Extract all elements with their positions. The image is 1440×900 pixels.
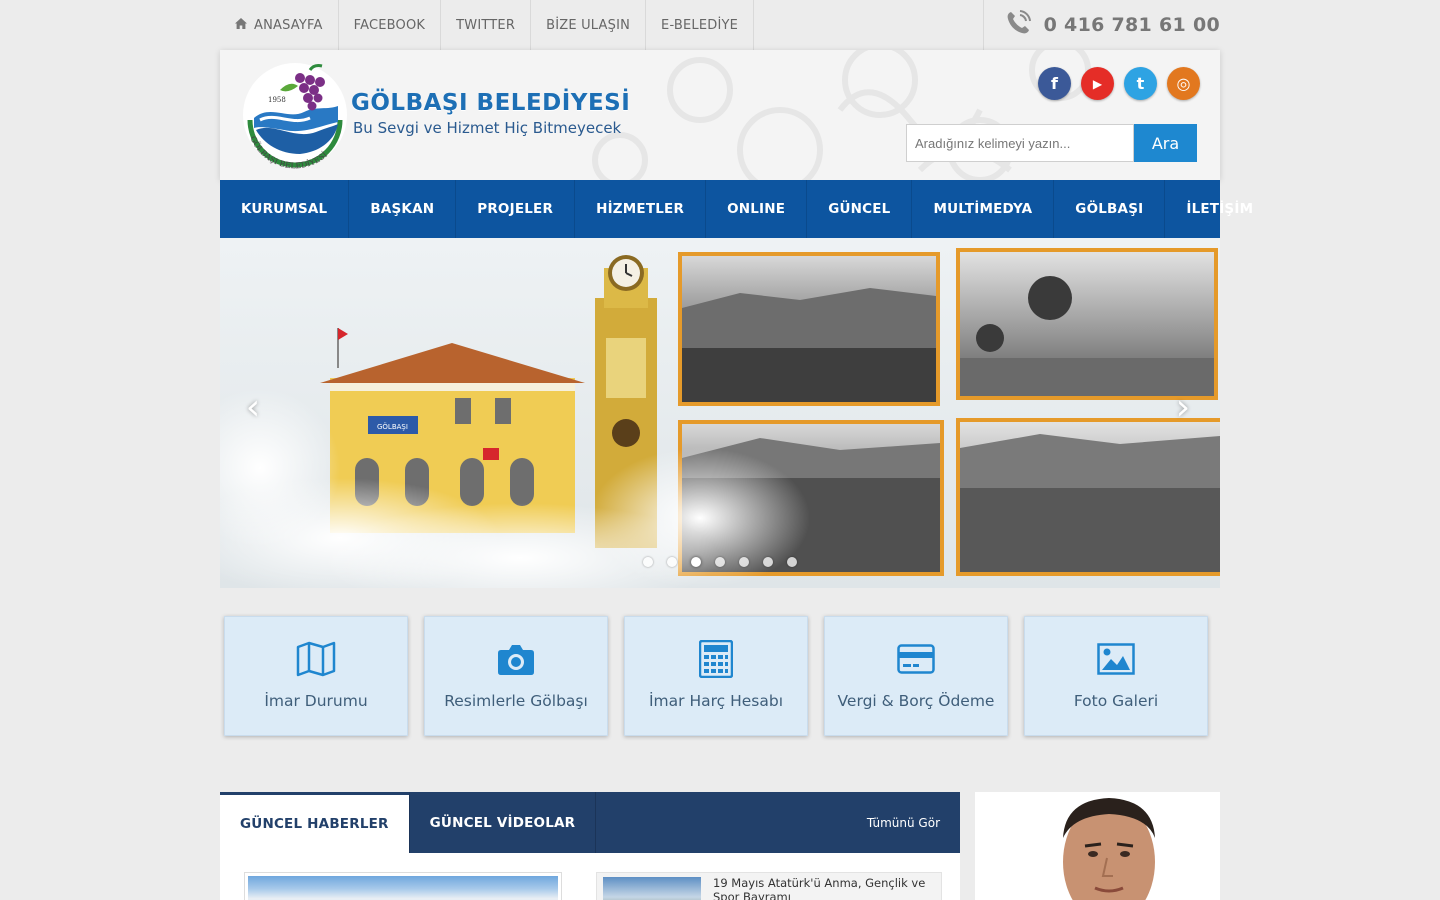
top-link-label: ANASAYFA bbox=[254, 17, 323, 33]
brand-block: GÖLBAŞI BELEDİYESİ Bu Sevgi ve Hizmet Hi… bbox=[351, 90, 630, 137]
slider-prev-arrow[interactable]: ‹ bbox=[238, 388, 268, 428]
news-section: GÜNCEL HABERLER GÜNCEL VİDEOLAR Tümünü G… bbox=[220, 792, 960, 900]
search-form: Ara bbox=[906, 124, 1197, 162]
site-header: 1958 GÖLBAŞI BELEDİYESİ GÖLBAŞI BELEDİYE… bbox=[220, 50, 1220, 180]
credit-card-icon bbox=[896, 639, 936, 679]
news-list-item[interactable]: 19 Mayıs Atatürk'ü Anma, Gençlik ve Spor… bbox=[596, 872, 942, 900]
nav-item-online[interactable]: ONLINE bbox=[706, 180, 808, 238]
quick-link-imar-harc-hesabi[interactable]: İmar Harç Hesabı bbox=[624, 616, 808, 736]
slider-dot[interactable] bbox=[787, 557, 797, 567]
news-tabs: GÜNCEL HABERLER GÜNCEL VİDEOLAR Tümünü G… bbox=[220, 792, 960, 853]
municipality-logo[interactable]: 1958 GÖLBAŞI BELEDİYESİ bbox=[240, 60, 350, 170]
phone-icon bbox=[1002, 7, 1034, 43]
brand-name[interactable]: GÖLBAŞI BELEDİYESİ bbox=[351, 90, 630, 116]
top-link-e-belediye[interactable]: E-BELEDİYE bbox=[646, 0, 755, 50]
news-thumbnail bbox=[603, 877, 701, 900]
top-bar: ANASAYFA FACEBOOK TWITTER BİZE ULAŞIN E-… bbox=[220, 0, 1220, 50]
phone-block: 0 416 781 61 00 bbox=[982, 0, 1220, 50]
featured-news-image[interactable] bbox=[244, 872, 562, 900]
tab-guncel-haberler[interactable]: GÜNCEL HABERLER bbox=[220, 792, 410, 853]
mayor-portrait[interactable] bbox=[975, 792, 1220, 900]
nav-item-multimedya[interactable]: MULTİMEDYA bbox=[912, 180, 1055, 238]
instagram-icon[interactable]: ◎ bbox=[1167, 67, 1200, 100]
quick-link-foto-galeri[interactable]: Foto Galeri bbox=[1024, 616, 1208, 736]
search-button[interactable]: Ara bbox=[1134, 124, 1197, 162]
brand-slogan: Bu Sevgi ve Hizmet Hiç Bitmeyecek bbox=[353, 119, 622, 137]
slider-dot[interactable] bbox=[643, 557, 653, 567]
hero-slider[interactable]: GÖLBAŞI ‹ › bbox=[220, 238, 1220, 588]
calculator-icon bbox=[696, 639, 736, 679]
top-link-anasayfa[interactable]: ANASAYFA bbox=[220, 0, 339, 50]
slider-dot[interactable] bbox=[739, 557, 749, 567]
slider-dot[interactable] bbox=[667, 557, 677, 567]
nav-item-guncel[interactable]: GÜNCEL bbox=[807, 180, 913, 238]
top-link-label: FACEBOOK bbox=[353, 17, 426, 33]
slider-next-arrow[interactable]: › bbox=[1168, 388, 1198, 428]
twitter-icon[interactable]: t bbox=[1124, 67, 1157, 100]
top-link-label: E-BELEDİYE bbox=[661, 17, 739, 33]
nav-item-projeler[interactable]: PROJELER bbox=[456, 180, 576, 238]
social-links: f ▶ t ◎ bbox=[1038, 67, 1200, 100]
search-input[interactable] bbox=[906, 124, 1134, 162]
slider-dot[interactable] bbox=[715, 557, 725, 567]
facebook-icon[interactable]: f bbox=[1038, 67, 1071, 100]
slider-dot[interactable] bbox=[763, 557, 773, 567]
top-link-label: BİZE ULAŞIN bbox=[546, 17, 631, 33]
image-icon bbox=[1096, 639, 1136, 679]
slide-image: GÖLBAŞI bbox=[220, 238, 1220, 588]
quick-link-label: Resimlerle Gölbaşı bbox=[444, 692, 588, 710]
quick-link-label: Vergi & Borç Ödeme bbox=[837, 692, 995, 710]
nav-item-iletisim[interactable]: İLETİŞİM bbox=[1165, 180, 1274, 238]
nav-item-golbasi[interactable]: GÖLBAŞI bbox=[1054, 180, 1166, 238]
quick-link-label: İmar Harç Hesabı bbox=[648, 692, 783, 710]
tab-guncel-videolar[interactable]: GÜNCEL VİDEOLAR bbox=[410, 792, 597, 853]
youtube-icon[interactable]: ▶ bbox=[1081, 67, 1114, 100]
top-nav: ANASAYFA FACEBOOK TWITTER BİZE ULAŞIN E-… bbox=[220, 0, 755, 50]
home-icon bbox=[235, 18, 247, 32]
see-all-link[interactable]: Tümünü Gör bbox=[867, 792, 940, 853]
top-link-contact[interactable]: BİZE ULAŞIN bbox=[531, 0, 647, 50]
phone-number[interactable]: 0 416 781 61 00 bbox=[1044, 14, 1220, 36]
camera-icon bbox=[496, 639, 536, 679]
quick-link-label: Foto Galeri bbox=[1073, 692, 1159, 710]
main-nav: KURUMSAL BAŞKAN PROJELER HİZMETLER ONLIN… bbox=[220, 180, 1253, 238]
quick-links: İmar Durumu Resimlerle Gölbaşı İmar Harç… bbox=[224, 616, 1208, 736]
news-title: 19 Mayıs Atatürk'ü Anma, Gençlik ve Spor… bbox=[713, 876, 926, 900]
quick-link-vergi-borc-odeme[interactable]: Vergi & Borç Ödeme bbox=[824, 616, 1008, 736]
quick-link-label: İmar Durumu bbox=[264, 692, 368, 710]
top-link-twitter[interactable]: TWITTER bbox=[441, 0, 532, 50]
slider-dots bbox=[643, 557, 797, 567]
quick-link-imar-durumu[interactable]: İmar Durumu bbox=[224, 616, 408, 736]
top-link-label: TWITTER bbox=[456, 17, 516, 33]
nav-item-kurumsal[interactable]: KURUMSAL bbox=[220, 180, 350, 238]
featured-news-photo bbox=[248, 876, 558, 900]
quick-link-resimlerle-golbasi[interactable]: Resimlerle Gölbaşı bbox=[424, 616, 608, 736]
nav-item-hizmetler[interactable]: HİZMETLER bbox=[575, 180, 707, 238]
map-icon bbox=[296, 639, 336, 679]
nav-item-baskan[interactable]: BAŞKAN bbox=[349, 180, 457, 238]
mayor-photo bbox=[975, 792, 1220, 900]
slider-dot[interactable] bbox=[691, 557, 701, 567]
logo-year: 1958 bbox=[268, 96, 286, 104]
top-link-facebook[interactable]: FACEBOOK bbox=[339, 0, 442, 50]
station-sign: GÖLBAŞI bbox=[377, 422, 408, 431]
